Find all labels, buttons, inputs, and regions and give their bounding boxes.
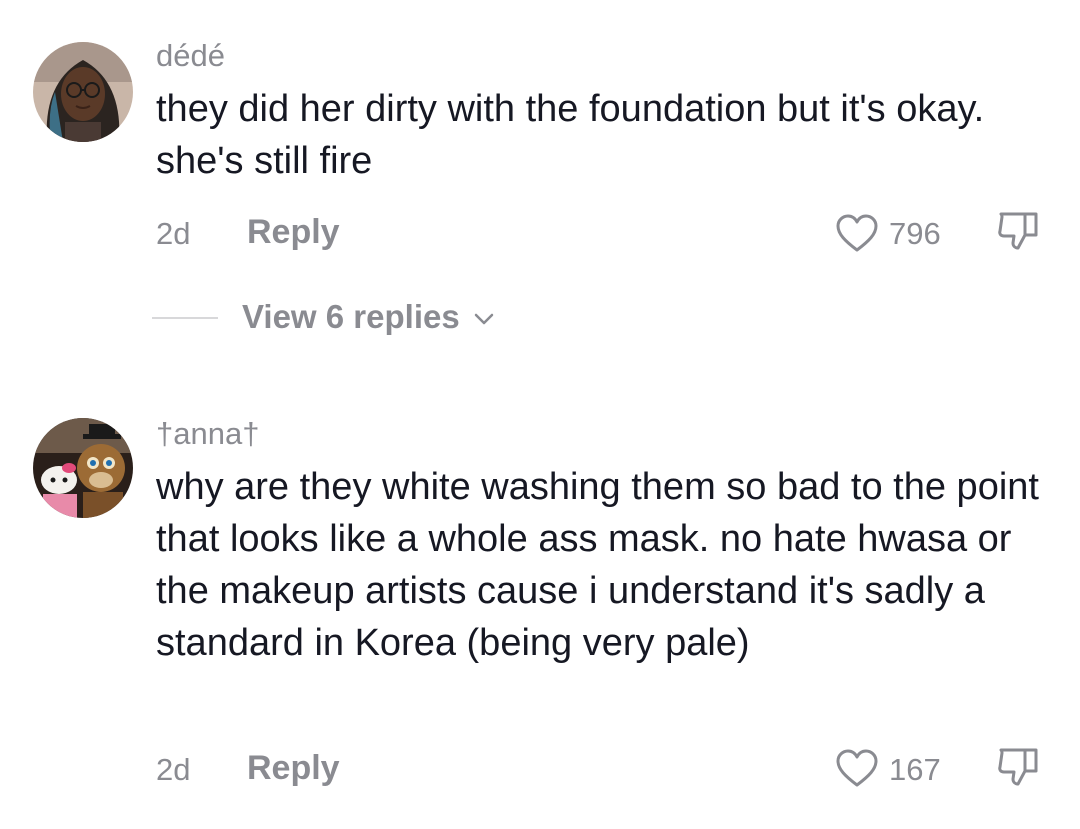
- thumbs-down-icon[interactable]: [996, 744, 1042, 790]
- view-replies-label: View 6 replies: [242, 298, 460, 335]
- thumbs-down-icon[interactable]: [996, 208, 1042, 254]
- chevron-down-icon: [474, 314, 494, 325]
- like-count: 167: [889, 752, 941, 787]
- avatar[interactable]: [33, 42, 133, 142]
- reply-button[interactable]: Reply: [247, 213, 340, 252]
- view-replies-row: View 6 replies: [0, 296, 1080, 340]
- comment-timestamp: 2d: [156, 752, 191, 787]
- reply-button[interactable]: Reply: [247, 749, 340, 788]
- replies-divider: [152, 317, 218, 319]
- like-count: 796: [889, 216, 941, 251]
- heart-outline-icon[interactable]: [835, 213, 879, 253]
- view-replies-button[interactable]: View 6 replies: [242, 298, 495, 336]
- heart-outline-icon[interactable]: [835, 748, 879, 788]
- comment-text: why are they white washing them so bad t…: [156, 466, 1039, 664]
- comment-username[interactable]: †anna†: [156, 416, 259, 452]
- avatar[interactable]: [33, 418, 133, 518]
- comment-timestamp: 2d: [156, 216, 191, 251]
- comment-username[interactable]: dédé: [156, 38, 225, 74]
- comment-text: they did her dirty with the foundation b…: [156, 88, 985, 182]
